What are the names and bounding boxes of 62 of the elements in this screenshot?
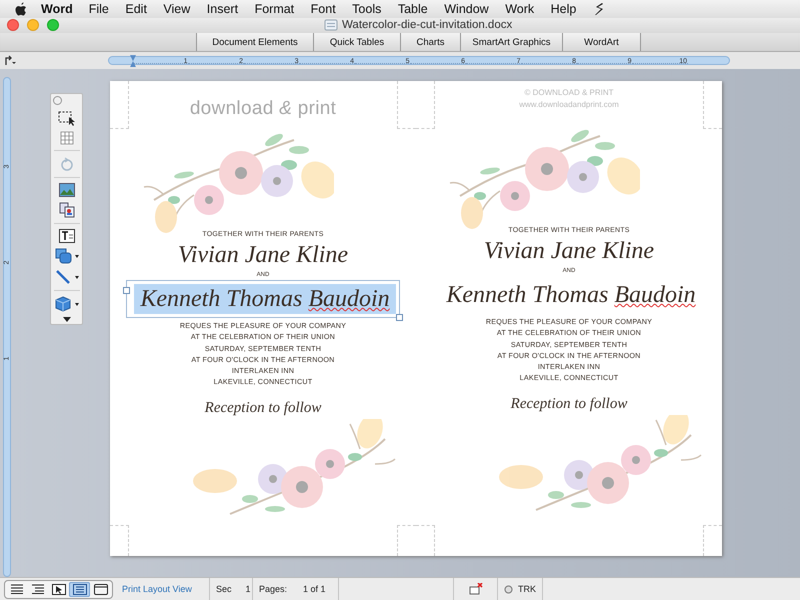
track-changes-label: TRK [518, 584, 536, 594]
resize-handle[interactable] [123, 287, 130, 294]
crop-mark [110, 81, 129, 129]
document-icon [324, 19, 338, 32]
crop-mark [416, 81, 435, 129]
caret-icon[interactable] [62, 317, 70, 322]
section-number: 1 [246, 584, 251, 594]
menu-item[interactable]: File [88, 2, 109, 16]
line-tool-icon[interactable] [54, 269, 78, 285]
spelling-error-icon[interactable] [468, 583, 482, 595]
bride-name: Vivian Jane Kline [178, 241, 348, 270]
track-changes-icon[interactable] [504, 584, 513, 594]
app-menu[interactable]: Word [41, 2, 73, 16]
section-label: Sec [216, 584, 232, 594]
credit-text: www.downloadandprint.com [519, 99, 619, 111]
window-title: Watercolor-die-cut-invitation.docx [342, 19, 512, 32]
crop-mark [397, 81, 416, 129]
pages-label: Pages: [259, 584, 288, 594]
reception-text: Reception to follow [204, 400, 322, 417]
picture-icon[interactable] [58, 183, 74, 197]
bride-name: Vivian Jane Kline [484, 237, 654, 266]
menu-item[interactable]: Insert [206, 2, 238, 16]
ribbon-tab[interactable]: WordArt [562, 33, 641, 52]
indent-marker-icon[interactable] [130, 55, 136, 68]
view-name-text: Print Layout View [121, 583, 193, 596]
crop-mark [703, 525, 722, 556]
menu-item[interactable]: Help [550, 2, 576, 16]
crop-mark [416, 525, 435, 556]
crop-mark [110, 525, 129, 556]
credit-text: © DOWNLOAD & PRINT [524, 87, 614, 99]
resize-handle[interactable] [396, 314, 403, 321]
ribbon-tab[interactable]: Quick Tables [313, 33, 400, 52]
close-button[interactable] [7, 19, 19, 32]
paragraph-direction-icon[interactable] [4, 55, 16, 66]
menu-item[interactable]: Format [254, 2, 294, 16]
ribbon-tab[interactable]: Document Elements [196, 33, 313, 52]
crop-mark [703, 81, 722, 129]
menu-item[interactable]: Tools [352, 2, 382, 16]
shapes-icon[interactable] [54, 248, 78, 264]
groom-name: Kenneth Thomas Baudoin [134, 284, 396, 314]
ribbon-tab[interactable]: SmartArt Graphics [460, 33, 562, 52]
page-count: 1 of 1 [303, 584, 326, 594]
crop-mark [397, 525, 416, 556]
selection-tool-icon[interactable] [58, 110, 76, 126]
grid-tool-icon[interactable] [60, 131, 74, 145]
menu-item[interactable]: View [163, 2, 190, 16]
ribbon-tab[interactable]: Charts [400, 33, 460, 52]
reception-text: Reception to follow [510, 396, 628, 413]
menu-item[interactable]: Work [505, 2, 534, 16]
brand-logo-text: download & print [190, 98, 336, 120]
text-box-icon[interactable] [58, 229, 74, 243]
groom-name: Kenneth Thomas Baudoin [445, 281, 697, 310]
clip-art-icon[interactable] [58, 202, 74, 218]
print-view-button[interactable] [69, 582, 90, 596]
cube-icon[interactable] [54, 296, 78, 312]
script-icon[interactable] [592, 2, 605, 16]
menu-item[interactable]: Font [310, 2, 336, 16]
apple-logo-icon[interactable] [15, 2, 27, 16]
menu-item[interactable]: Edit [125, 2, 147, 16]
zoom-button[interactable] [47, 19, 59, 32]
menu-item[interactable]: Table [398, 2, 428, 16]
menu-item[interactable]: Window [444, 2, 489, 16]
